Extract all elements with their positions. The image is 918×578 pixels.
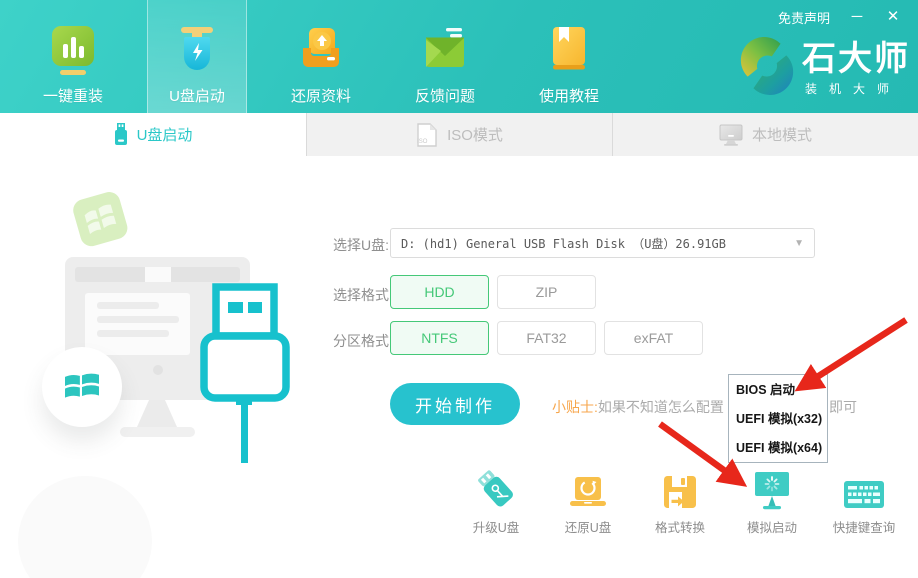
chevron-down-icon: ▼ [794,238,804,249]
tool-upgrade-usb[interactable]: 升级U盘 [450,468,542,536]
nav-label: 一键重装 [43,85,103,106]
monitor-stand [137,400,177,427]
usb-stick-icon [114,123,128,146]
disclaimer-link[interactable]: 免责声明 [778,8,830,27]
monitor-topbar [75,267,240,282]
menu-item-bios[interactable]: BIOS 启动 [729,376,827,405]
nav-label: U盘启动 [169,85,225,106]
usb-drive-value: D: (hd1) General USB Flash Disk （U盘）26.9… [401,235,794,252]
iso-badge-text: ISO [417,139,427,145]
format-option-hdd[interactable]: HDD [390,275,489,309]
tab-usb-boot[interactable]: U盘启动 [0,113,306,156]
app-window: 一键重装 U盘启动 [0,0,918,578]
restore-data-icon [297,24,345,76]
brand-logo-icon [738,36,796,101]
feedback-mail-icon [421,24,469,76]
partition-option-exfat[interactable]: exFAT [604,321,703,355]
bar-chart-icon [49,24,97,76]
tip-suffix: 即可 [829,397,857,417]
nav-item-restore-data[interactable]: 还原资料 [271,0,371,113]
usb-plug-illustration [196,283,292,470]
monitor-notch [145,267,171,282]
boot-mode-menu: BIOS 启动 UEFI 模拟(x32) UEFI 模拟(x64) [728,374,828,463]
header-bar: 一键重装 U盘启动 [0,0,918,113]
upgrade-usb-icon [475,468,517,510]
partition-label: 分区格式: [333,331,393,351]
local-monitor-icon [719,124,743,146]
tool-label: 快捷键查询 [833,517,896,536]
tab-iso-mode[interactable]: ISO ISO模式 [306,113,612,156]
menu-item-uefi-x32[interactable]: UEFI 模拟(x32) [729,405,827,434]
usb-boot-icon [173,24,221,76]
monitor-card [85,293,190,355]
tab-label: 本地模式 [752,124,812,145]
tab-local-mode[interactable]: 本地模式 [612,113,918,156]
tool-simulate-boot[interactable]: 模拟启动 [726,468,818,536]
illustration-halo [18,476,152,578]
menu-item-uefi-x64[interactable]: UEFI 模拟(x64) [729,434,827,463]
format-label: 选择格式: [333,285,393,305]
main-nav: 一键重装 U盘启动 [23,0,619,113]
monitor-base [120,427,195,437]
nav-label: 还原资料 [291,85,351,106]
simulate-boot-icon [752,468,792,510]
tutorial-book-icon [545,24,593,76]
tool-hotkey-query[interactable]: 快捷键查询 [818,468,910,536]
tip-body: 如果不知道怎么配置 [598,399,724,415]
partition-option-ntfs[interactable]: NTFS [390,321,489,355]
format-convert-icon [662,468,698,510]
monitor-chin-dot [153,365,163,375]
partition-option-fat32[interactable]: FAT32 [497,321,596,355]
hotkey-query-icon [842,468,886,510]
tool-label: 模拟启动 [747,517,797,536]
tool-restore-usb[interactable]: 还原U盘 [542,468,634,536]
tab-label: U盘启动 [137,124,193,145]
nav-item-feedback[interactable]: 反馈问题 [395,0,495,113]
minimize-button[interactable]: ─ [848,8,866,26]
tab-label: ISO模式 [447,124,503,145]
nav-item-usb-boot[interactable]: U盘启动 [147,0,247,113]
nav-label: 反馈问题 [415,85,475,106]
nav-item-reinstall[interactable]: 一键重装 [23,0,123,113]
start-make-button[interactable]: 开始制作 [390,383,520,425]
restore-usb-icon [568,468,608,510]
tip-prefix: 小贴士: [552,399,598,415]
titlebar-controls: 免责声明 ─ ✕ [778,0,918,34]
brand-tagline: 装机大师 [805,80,910,97]
nav-item-tutorial[interactable]: 使用教程 [519,0,619,113]
brand-logo: 石大师 装机大师 [738,36,910,101]
tip-text: 小贴士:如果不知道怎么配置 [552,397,724,417]
format-option-zip[interactable]: ZIP [497,275,596,309]
usb-drive-select[interactable]: D: (hd1) General USB Flash Disk （U盘）26.9… [390,228,815,258]
windows-logo-circle [42,347,122,427]
windows-flag-icon [62,370,102,404]
main-panel: 选择U盘: D: (hd1) General USB Flash Disk （U… [0,156,918,578]
brand-name: 石大师 [802,41,910,77]
nav-label: 使用教程 [539,85,599,106]
iso-file-icon: ISO [416,123,438,147]
mode-tabs: U盘启动 ISO ISO模式 [0,113,918,156]
tool-label: 格式转换 [655,517,705,536]
tool-format-convert[interactable]: 格式转换 [634,468,726,536]
footer-tools: 升级U盘 还原U盘 [450,468,910,536]
windows-tile-icon [69,188,132,255]
tool-label: 还原U盘 [565,517,612,536]
brand-text: 石大师 装机大师 [802,41,910,97]
usb-select-label: 选择U盘: [333,235,389,255]
tool-label: 升级U盘 [473,517,520,536]
close-button[interactable]: ✕ [884,8,902,26]
